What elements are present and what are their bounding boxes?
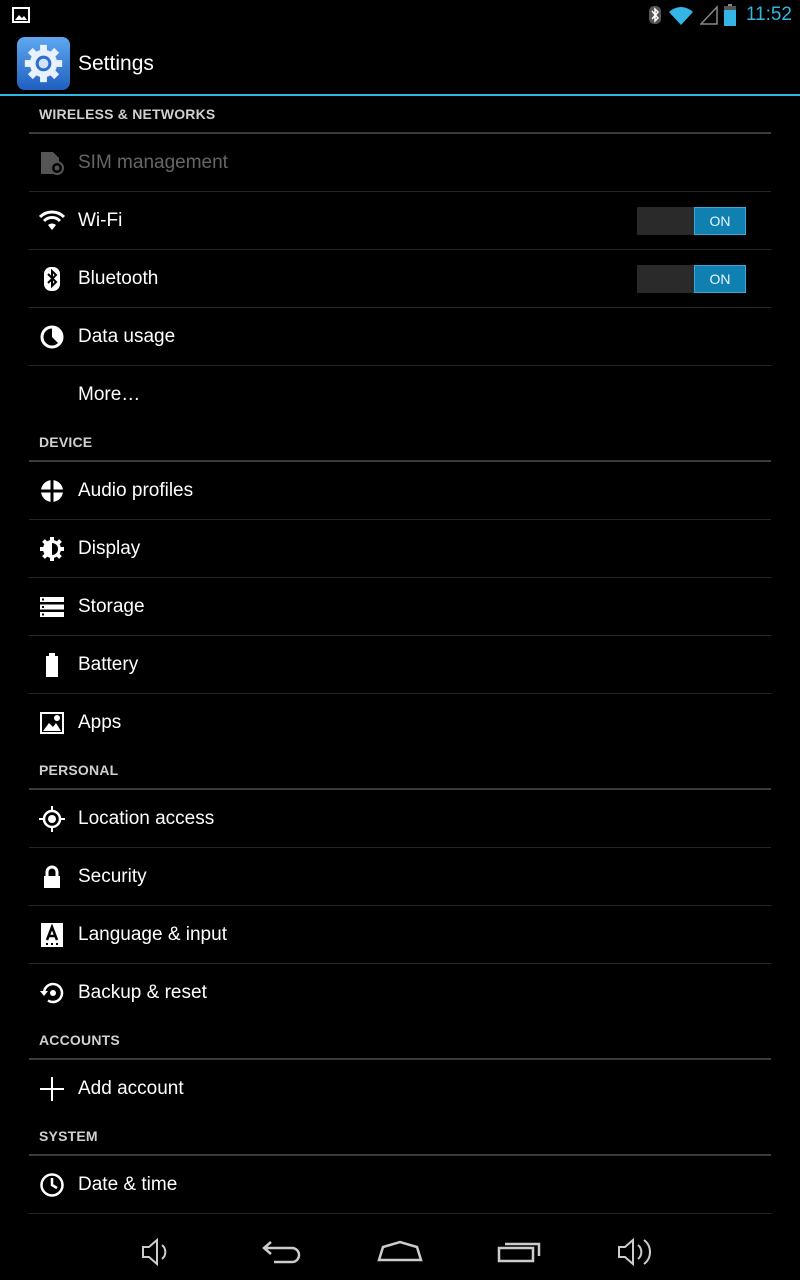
settings-gear-icon[interactable] (16, 36, 71, 91)
settings-item-more[interactable]: More… (29, 366, 771, 424)
settings-item-wifi[interactable]: Wi-Fi ON (29, 192, 771, 250)
navigation-bar (0, 1224, 800, 1280)
wifi-icon (39, 210, 65, 230)
image-notification-icon (12, 7, 30, 23)
settings-item-language-input[interactable]: Language & input (29, 906, 771, 964)
audio-profiles-icon (40, 479, 64, 503)
signal-icon (699, 5, 718, 25)
clock: 11:52 (745, 4, 792, 25)
plus-icon (40, 1077, 64, 1101)
recent-apps-icon[interactable] (495, 1234, 545, 1270)
item-label: Display (78, 537, 141, 559)
item-label: Wi-Fi (78, 209, 123, 231)
volume-up-icon[interactable] (613, 1234, 663, 1270)
action-bar: Settings (0, 30, 800, 94)
item-label: Data usage (78, 325, 176, 347)
brightness-icon (40, 537, 64, 561)
section-header-personal: PERSONAL (29, 752, 771, 790)
item-label: Bluetooth (78, 267, 159, 289)
settings-item-storage[interactable]: Storage (29, 578, 771, 636)
location-icon (39, 806, 65, 832)
item-label: Backup & reset (78, 982, 207, 1003)
back-icon[interactable] (256, 1234, 306, 1270)
bluetooth-toggle[interactable]: ON (637, 265, 746, 293)
bluetooth-toggle-state: ON (694, 265, 746, 293)
bluetooth-icon (648, 6, 661, 24)
section-header-system: SYSTEM (29, 1118, 771, 1156)
section-header-device: DEVICE (29, 424, 771, 462)
settings-item-backup-reset[interactable]: Backup & reset (29, 964, 771, 1022)
battery-icon (46, 653, 58, 677)
data-usage-icon (40, 325, 64, 349)
wifi-icon (668, 7, 693, 25)
apps-icon (40, 712, 64, 734)
item-label: Date & time (78, 1173, 178, 1195)
keyboard-letter-icon (41, 923, 63, 947)
settings-item-data-usage[interactable]: Data usage (29, 308, 771, 366)
item-label: Add account (78, 1078, 184, 1099)
wifi-toggle[interactable]: ON (637, 207, 746, 235)
settings-item-bluetooth[interactable]: Bluetooth ON (29, 250, 771, 308)
storage-icon (40, 597, 64, 617)
item-label: Apps (78, 712, 122, 733)
settings-item-apps[interactable]: Apps (29, 694, 771, 752)
item-label: Location access (78, 807, 215, 829)
wifi-toggle-state: ON (694, 207, 746, 235)
section-header-wireless: WIRELESS & NETWORKS (29, 96, 771, 134)
settings-item-location-access[interactable]: Location access (29, 790, 771, 848)
item-label: Battery (78, 653, 139, 675)
item-label: Audio profiles (78, 479, 194, 501)
settings-item-date-time[interactable]: Date & time (29, 1156, 771, 1214)
item-label: Security (78, 865, 147, 887)
bluetooth-icon (44, 267, 60, 291)
settings-item-audio-profiles[interactable]: Audio profiles (29, 462, 771, 520)
settings-list: WIRELESS & NETWORKS SIM management Wi-Fi… (29, 96, 771, 1214)
settings-item-sim-management[interactable]: SIM management (29, 134, 771, 192)
section-header-accounts: ACCOUNTS (29, 1022, 771, 1060)
backup-restore-icon (40, 982, 64, 1004)
settings-item-display[interactable]: Display (29, 520, 771, 578)
settings-item-security[interactable]: Security (29, 848, 771, 906)
status-bar: 11:52 (0, 0, 800, 30)
item-label: SIM management (78, 151, 228, 173)
item-label: Language & input (78, 923, 227, 945)
clock-icon (40, 1173, 64, 1197)
sim-card-icon (41, 152, 64, 175)
item-label: More… (78, 384, 141, 405)
battery-icon (723, 4, 736, 26)
home-icon[interactable] (375, 1234, 425, 1270)
status-icons: 11:52 (648, 0, 792, 30)
page-title: Settings (78, 52, 154, 75)
item-label: Storage (78, 595, 145, 617)
volume-down-icon[interactable] (131, 1234, 181, 1270)
settings-item-add-account[interactable]: Add account (29, 1060, 771, 1118)
lock-icon (44, 865, 60, 888)
settings-item-battery[interactable]: Battery (29, 636, 771, 694)
